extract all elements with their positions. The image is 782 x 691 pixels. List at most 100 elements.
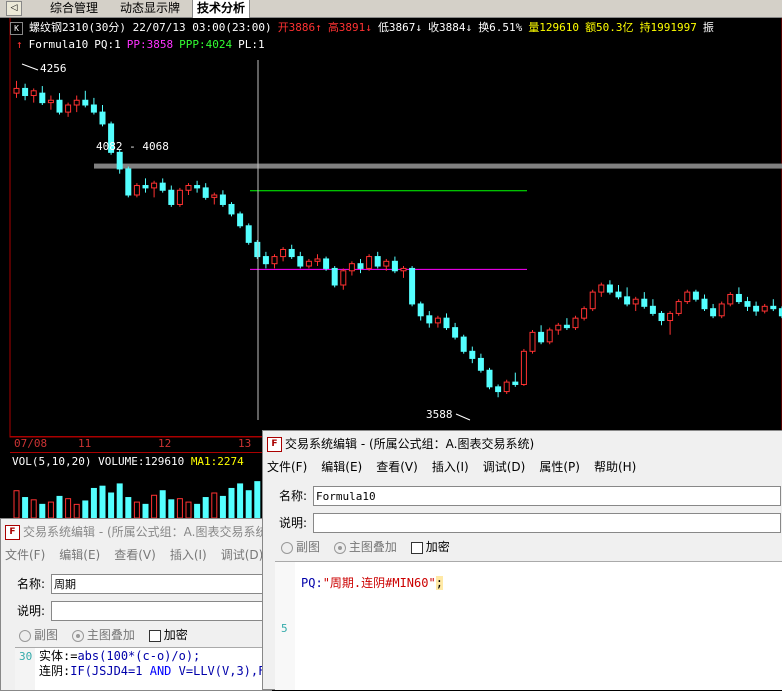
formula-indicator-line: ↑ Formula10 PQ:1 PP:3858 PPP:4024 PL:1 (16, 37, 271, 53)
description-field: 说明: (17, 601, 267, 621)
menu-edit[interactable]: 编辑(E) (321, 460, 362, 474)
candle-body (692, 291, 699, 300)
candle-body (563, 324, 570, 329)
candle-body (426, 315, 433, 324)
amplitude-label: 振 (702, 21, 714, 34)
menu-edit[interactable]: 编辑(E) (59, 548, 100, 562)
code-editor[interactable]: 5 PQ:"周期.连阴#MIN60"; (275, 561, 782, 690)
menu-help[interactable]: 帮助(H) (594, 460, 636, 474)
dialog-title[interactable]: F 交易系统编辑 - (所属公式组：A.图表交易系统 (1, 519, 271, 545)
candle-body (47, 99, 54, 104)
candle-body (649, 305, 656, 314)
volume-bar (176, 498, 183, 519)
menu-debug[interactable]: 调试(D) (221, 548, 264, 562)
encrypt-checkbox[interactable] (410, 541, 423, 554)
encrypt-label: 加密 (163, 628, 188, 642)
volume-ma1: MA1:2274 (190, 455, 244, 468)
description-field: 说明: (279, 513, 781, 533)
menu-bar: 文件(F) 编辑(E) 查看(V) 插入(I) 调试(D) (1, 545, 271, 565)
candle-body (589, 291, 596, 310)
code-line: 连阴:IF(JSJD4=1 AND V=LLV(V,3),F (39, 664, 266, 678)
candle-body (391, 260, 398, 272)
candle-body (90, 104, 97, 113)
line-gutter: 5 (275, 562, 295, 690)
description-label: 说明: (17, 604, 46, 618)
menu-file[interactable]: 文件(F) (5, 548, 45, 562)
tab-scroll-left-icon[interactable]: ◁ (6, 1, 22, 16)
overlay-label: 主图叠加 (348, 540, 397, 554)
horizontal-lines (94, 163, 782, 270)
menu-file[interactable]: 文件(F) (267, 460, 307, 474)
candle-body (727, 293, 734, 305)
menu-view[interactable]: 查看(V) (114, 548, 156, 562)
encrypt-checkbox[interactable] (148, 629, 161, 642)
candle-body (572, 317, 579, 329)
candle-body (262, 256, 269, 265)
candle-body (718, 303, 725, 317)
candle-body (469, 350, 476, 359)
menu-insert[interactable]: 插入(I) (432, 460, 469, 474)
formula-pl: PL:1 (238, 38, 265, 51)
symbol-title: 螺纹钢2310(30分) 22/07/13 03:00(23:00) (29, 21, 272, 34)
encrypt-label: 加密 (425, 540, 450, 554)
candle-body (348, 263, 355, 272)
name-input[interactable] (51, 574, 267, 594)
dialog-title[interactable]: F 交易系统编辑 - (所属公式组：A.图表交易系统) (263, 431, 782, 457)
candle-body (770, 305, 777, 310)
candle-body (486, 369, 493, 388)
code-editor[interactable]: 30 实体:=abs(100*(c-o)/o); 连阴:IF(JSJD4=1 A… (15, 647, 269, 690)
candle-body (615, 291, 622, 298)
candle-body (39, 92, 46, 104)
candle-body (357, 263, 364, 269)
volume-bar (185, 501, 192, 519)
formula-arrow-icon[interactable]: ↑ (16, 38, 23, 51)
menu-properties[interactable]: 属性(P) (539, 460, 580, 474)
volume-bar (228, 487, 235, 519)
candle-body (142, 185, 149, 189)
menu-insert[interactable]: 插入(I) (170, 548, 207, 562)
candle-body (546, 329, 553, 343)
candle-body (288, 248, 295, 258)
subchart-label: 副图 (34, 628, 59, 642)
menu-view[interactable]: 查看(V) (376, 460, 418, 474)
line-gutter: 30 (15, 648, 35, 690)
candle-body (159, 182, 166, 191)
candle-body (151, 182, 158, 189)
description-input[interactable] (51, 601, 267, 621)
subchart-radio[interactable] (19, 629, 31, 642)
overlay-radio[interactable] (71, 629, 84, 642)
turnover-value: 换6.51% (478, 21, 523, 34)
candle-body (254, 241, 261, 258)
candle-body (477, 357, 484, 371)
volume-bar (65, 498, 72, 519)
subchart-radio[interactable] (281, 541, 293, 554)
tab-technical-analysis[interactable]: 技术分析 (192, 0, 251, 18)
menu-debug[interactable]: 调试(D) (483, 460, 526, 474)
close-value: 收3884↓ (428, 21, 473, 34)
formula-name[interactable]: Formula10 (29, 38, 89, 51)
tab-bar: ◁ 综合管理 动态显示牌 技术分析 (0, 0, 782, 18)
volume-bar (116, 483, 123, 519)
trading-system-editor-front[interactable]: F 交易系统编辑 - (所属公式组：A.图表交易系统) 文件(F) 编辑(E) 查看(… (262, 430, 782, 690)
tab-dynamic-board[interactable]: 动态显示牌 (116, 0, 184, 16)
candle-body (761, 305, 768, 312)
candle-body (744, 301, 751, 307)
kline-icon[interactable]: K (10, 22, 23, 35)
volume-bar (219, 495, 226, 519)
candle-body (667, 312, 674, 322)
candle-body (13, 87, 20, 94)
overlay-radio[interactable] (333, 541, 346, 554)
candle-body (176, 189, 183, 205)
candle-body (168, 189, 175, 205)
trading-system-editor-back[interactable]: F 交易系统编辑 - (所属公式组：A.图表交易系统 文件(F) 编辑(E) 查看(V… (0, 518, 272, 691)
overlay-label: 主图叠加 (86, 628, 135, 642)
volume-bar (90, 487, 97, 519)
name-input[interactable] (313, 486, 781, 506)
tab-comprehensive[interactable]: 综合管理 (46, 0, 102, 16)
date-label: 12 (158, 437, 172, 450)
candle-body (99, 111, 106, 125)
formula-app-icon: F (5, 525, 20, 540)
description-input[interactable] (313, 513, 781, 533)
candle-body (675, 301, 682, 314)
line-number: 5 (281, 622, 288, 635)
